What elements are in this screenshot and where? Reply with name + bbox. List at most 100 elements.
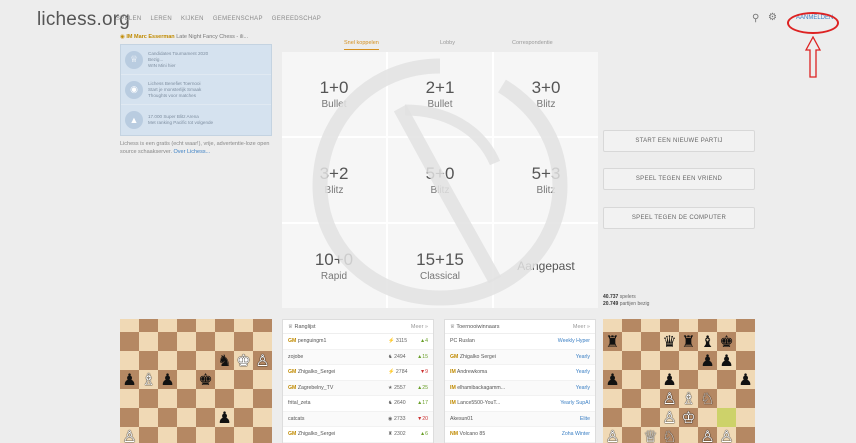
quick-pairing-grid: 1+0 Bullet 2+1 Bullet 3+0 Blitz 3+2 Blitz 5+… (282, 52, 598, 308)
pool-2-1[interactable]: 2+1 Bullet (388, 52, 492, 136)
board-square (622, 408, 641, 427)
winner-event: Zoha Winter (561, 431, 590, 438)
board-square (215, 332, 234, 351)
search-icon[interactable]: ⚲ (752, 13, 759, 24)
trophy-icon: ♕ (125, 50, 143, 69)
nav-learn[interactable]: LEREN (150, 16, 172, 22)
board-square (139, 332, 158, 351)
tv-board-right[interactable]: ♜ ♛ ♜ ♝ ♚ ♟ ♟ ♟ ♟ ♟ ♙ ♗ ♘ ♙ ♔ ♙ ♕ ♘ ♙ ♙ (603, 319, 755, 443)
pool-3-2[interactable]: 3+2 Blitz (282, 138, 386, 222)
tab-correspondence[interactable]: Correspondentie (512, 40, 553, 46)
pool-5-0[interactable]: 5+0 Blitz (388, 138, 492, 222)
pool-5-3[interactable]: 5+3 Blitz (494, 138, 598, 222)
board-square (660, 319, 679, 332)
winner-row[interactable]: IM Andrewkoma Yearly (445, 365, 595, 381)
board-square (234, 408, 253, 427)
board-square (253, 408, 272, 427)
tab-lobby[interactable]: Lobby (440, 40, 455, 46)
leaderboard-row[interactable]: GM Zhigalko_Sergei ♜ 2302 ▲6 (283, 427, 433, 443)
about-link[interactable]: Over Lichess... (174, 149, 211, 155)
main-nav: SPELEN LEREN KIJKEN GEMEENSCHAP GEREEDSC… (116, 16, 321, 22)
board-square (641, 351, 660, 370)
live-streamer[interactable]: ◉ IM Marc Esserman Late Night Fancy Ches… (120, 34, 272, 40)
nav-play[interactable]: SPELEN (116, 16, 141, 22)
board-square (736, 408, 755, 427)
board-square (177, 351, 196, 370)
leaderboard-row[interactable]: zojobe ♞ 2494 ▲15 (283, 349, 433, 365)
chess-piece-icon: ♛ (662, 332, 677, 351)
nav-tools[interactable]: GEREEDSCHAP (272, 16, 321, 22)
board-square (139, 319, 158, 332)
winner-row[interactable]: PC Ruslan Weekly Hyper (445, 334, 595, 350)
board-square (139, 408, 158, 427)
board-square (196, 408, 215, 427)
rating-progress: ▲17 (417, 400, 428, 407)
create-game-button[interactable]: START EEN NIEUWE PARTIJ (603, 130, 755, 152)
board-square (177, 319, 196, 332)
games-count: 20.749 (603, 301, 619, 307)
winners-more-link[interactable]: Meer » (573, 324, 590, 330)
chess-piece-icon: ♟ (719, 351, 734, 370)
pool-custom[interactable]: Aangepast (494, 224, 598, 308)
board-square (698, 370, 717, 389)
winner-event: Yearly (575, 353, 590, 360)
pool-10-0[interactable]: 10+0 Rapid (282, 224, 386, 308)
players-count: 40.737 (603, 294, 619, 300)
pool-3-0[interactable]: 3+0 Blitz (494, 52, 598, 136)
chess-piece-icon: ♙ (719, 427, 734, 443)
nav-watch[interactable]: KIJKEN (181, 16, 204, 22)
winner-event: Weekly Hyper (557, 338, 590, 345)
leaderboard-row[interactable]: catcats ◉ 2733 ▼20 (283, 411, 433, 427)
board-square (158, 427, 177, 443)
board-square (660, 351, 679, 370)
winner-row[interactable]: IM Lance5500-YouT... Yearly SupAI (445, 396, 595, 412)
leaderboard-more-link[interactable]: Meer » (411, 324, 428, 330)
winner-row[interactable]: GM Zhigalko Sergei Yearly (445, 349, 595, 365)
leaderboard-row[interactable]: frital_zeta ♞ 2640 ▲17 (283, 396, 433, 412)
gear-icon[interactable]: ⚙ (768, 12, 777, 23)
board-square (698, 408, 717, 427)
play-friend-button[interactable]: SPEEL TEGEN EEN VRIEND (603, 168, 755, 190)
board-square (717, 370, 736, 389)
board-square (622, 389, 641, 408)
board-square (120, 389, 139, 408)
winner-name: IM Lance5500-YouT... (450, 400, 501, 407)
winner-row[interactable]: IM elhamibackagamm... Yearly (445, 380, 595, 396)
board-square (603, 408, 622, 427)
tab-quick-pairing[interactable]: Snel koppelen (344, 40, 379, 50)
board-square (253, 427, 272, 443)
player-name: GM Zhigalko_Sergei (288, 369, 336, 376)
rating-progress: ▲15 (417, 353, 428, 360)
rating-progress: ▲6 (419, 431, 428, 438)
leaderboard-row[interactable]: GM Zhigalko_Sergei ⚡ 2784 ▼9 (283, 365, 433, 381)
winner-row[interactable]: Akesun01 Elite (445, 411, 595, 427)
chess-piece-icon: ♟ (122, 370, 137, 389)
chess-piece-icon: ♜ (681, 332, 696, 351)
board-square (215, 319, 234, 332)
tv-board-left[interactable]: ♞ ♚ ♙ ♟ ♗ ♟ ♚ ♟ ♙ (120, 319, 272, 443)
board-square (736, 427, 755, 443)
play-computer-button[interactable]: SPEEL TEGEN DE COMPUTER (603, 207, 755, 229)
chess-piece-icon: ♙ (605, 427, 620, 443)
board-square (177, 389, 196, 408)
event-item[interactable]: ♕ Candidates Tournament 2020 Bezig... WIN … (121, 45, 271, 75)
nav-community[interactable]: GEMEENSCHAP (213, 16, 263, 22)
player-rating: ⚡ 2784 (388, 369, 408, 376)
board-square (158, 389, 177, 408)
streamer-icon: ◉ (120, 34, 125, 40)
leaderboard-row[interactable]: GM Zagrebelny_TV ★ 2557 ▲25 (283, 380, 433, 396)
pool-1-0[interactable]: 1+0 Bullet (282, 52, 386, 136)
event-item[interactable]: ◉ Lichess Benefiet Toernooi Start je mons… (121, 75, 271, 105)
board-square (253, 389, 272, 408)
board-square (622, 370, 641, 389)
flame-icon: ▲ (125, 111, 143, 129)
board-square (641, 319, 660, 332)
board-square (177, 427, 196, 443)
leaderboard-title: Ranglijst (294, 323, 316, 330)
leaderboard-row[interactable]: GM penguingm1 ⚡ 3115 ▲4 (283, 334, 433, 350)
winner-row[interactable]: NM Volcano 85 Zoha Winter (445, 427, 595, 443)
board-square (120, 408, 139, 427)
pool-15-15[interactable]: 15+15 Classical (388, 224, 492, 308)
chess-piece-icon: ♙ (662, 408, 677, 427)
event-item[interactable]: ▲ 17.000 Super Blitz Arena Met ranking Pa… (121, 105, 271, 135)
